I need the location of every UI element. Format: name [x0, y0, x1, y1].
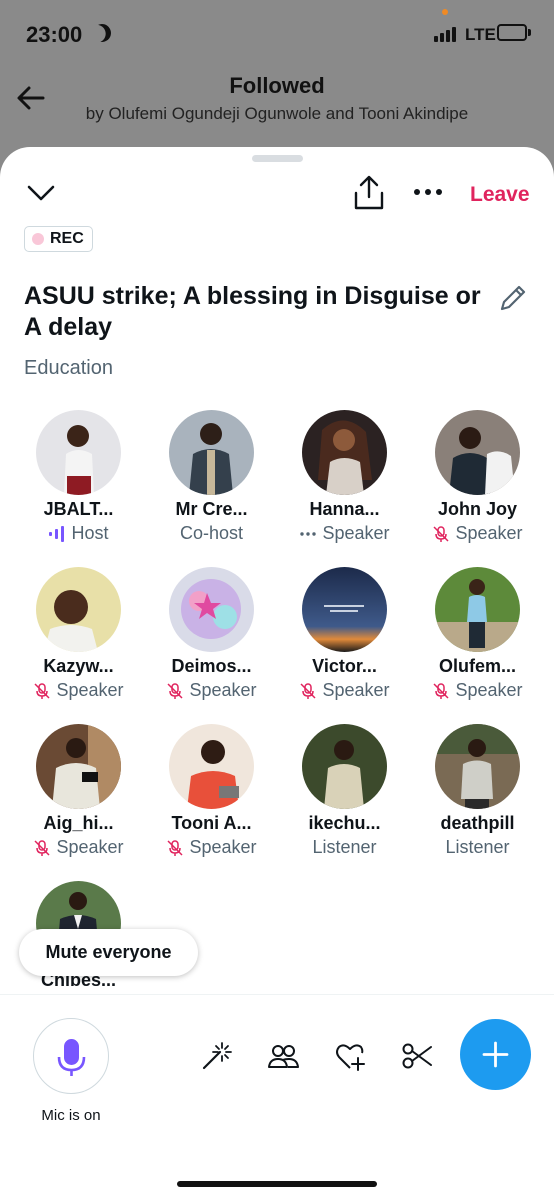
participant-name: Victor...	[312, 656, 377, 676]
participant-role: Speaker	[411, 523, 544, 544]
participant-role-label: Co-host	[179, 523, 244, 543]
participant-name: Kazyw...	[43, 656, 114, 676]
heart-plus-icon[interactable]	[334, 1040, 366, 1072]
mic-toggle-button[interactable]	[33, 1018, 109, 1094]
bottom-bar-divider	[0, 994, 554, 995]
network-type: LTE	[465, 25, 496, 44]
space-title: ASUU strike; A blessing in Disguise or A…	[24, 282, 481, 341]
mic-off-icon	[34, 682, 50, 699]
home-indicator[interactable]	[177, 1181, 377, 1187]
recording-badge: REC	[24, 226, 93, 252]
participant-name: Hanna...	[309, 499, 380, 519]
chevron-down-icon[interactable]	[26, 181, 56, 205]
mic-off-icon	[167, 682, 183, 699]
participant-role-label: Speaker	[455, 523, 523, 543]
participant-role-label: Speaker	[322, 523, 390, 543]
participant-avatar[interactable]	[169, 410, 254, 495]
participant-avatar[interactable]	[435, 724, 520, 809]
scissors-icon[interactable]	[401, 1040, 433, 1072]
share-icon[interactable]	[352, 175, 386, 211]
participant-avatar[interactable]	[435, 410, 520, 495]
cellular-signal-icon	[434, 26, 460, 42]
leave-button[interactable]: Leave	[470, 183, 530, 207]
magic-wand-icon[interactable]	[200, 1040, 232, 1072]
privacy-indicator-dot	[442, 9, 448, 15]
participant-role-label: Listener	[312, 837, 377, 857]
participant-role-label: Speaker	[455, 680, 523, 700]
participant-role-label: Speaker	[322, 680, 390, 700]
participant-name: deathpill	[440, 813, 515, 833]
participant-avatar[interactable]	[302, 410, 387, 495]
participant-role: Listener	[411, 837, 544, 858]
participant-avatar[interactable]	[169, 567, 254, 652]
status-bar: 23:00 LTE	[0, 0, 554, 70]
participant-avatar[interactable]	[302, 567, 387, 652]
participant-role-label: Speaker	[56, 837, 124, 857]
sheet-grabber[interactable]	[252, 155, 303, 162]
header-subtitle: by Olufemi Ogundeji Ogunwole and Tooni A…	[85, 104, 469, 123]
participant-name: Deimos...	[171, 656, 252, 676]
recording-label: REC	[50, 230, 84, 247]
participant-avatar[interactable]	[435, 567, 520, 652]
people-icon[interactable]	[267, 1040, 299, 1072]
participant-role-label: Speaker	[56, 680, 124, 700]
participant-role: Speaker	[145, 837, 278, 858]
mic-off-icon	[433, 682, 449, 699]
participant-name: Tooni A...	[171, 813, 252, 833]
participant-name: ikechu...	[308, 813, 381, 833]
mic-status-label: Mic is on	[41, 1107, 101, 1124]
participant-role: Speaker	[278, 523, 411, 544]
participant-role-label: Speaker	[189, 680, 257, 700]
participant-avatar[interactable]	[36, 724, 121, 809]
mic-off-icon	[34, 839, 50, 856]
participant-role: Listener	[278, 837, 411, 858]
participant-role-label: Speaker	[189, 837, 257, 857]
participant-role: Speaker	[145, 680, 278, 701]
participant-role: Co-host	[145, 523, 278, 544]
speaking-dots-icon	[300, 531, 317, 536]
more-options-icon[interactable]	[412, 182, 444, 202]
battery-tip	[528, 29, 531, 36]
participant-avatar[interactable]	[302, 724, 387, 809]
do-not-disturb-moon-icon	[90, 21, 115, 46]
participant-name: JBALT...	[43, 499, 114, 519]
header-title: Followed	[229, 73, 325, 98]
plus-icon	[482, 1041, 509, 1068]
mute-everyone-button[interactable]: Mute everyone	[19, 929, 198, 976]
space-topic: Education	[24, 357, 113, 379]
mic-off-icon	[167, 839, 183, 856]
add-fab-button[interactable]	[460, 1019, 531, 1090]
participant-name: Mr Cre...	[175, 499, 248, 519]
battery-icon	[497, 24, 527, 41]
participant-role-label: Host	[71, 523, 109, 543]
participant-role: Speaker	[12, 680, 145, 701]
participant-name: Aig_hi...	[43, 813, 114, 833]
participant-avatar[interactable]	[169, 724, 254, 809]
status-time: 23:00	[26, 22, 83, 47]
edit-pencil-icon[interactable]	[497, 282, 529, 314]
mic-off-icon	[433, 525, 449, 542]
participant-role-label: Listener	[445, 837, 510, 857]
participant-role: Speaker	[278, 680, 411, 701]
mic-off-icon	[300, 682, 316, 699]
participant-role: Host	[12, 523, 145, 544]
host-waveform-icon	[49, 525, 65, 542]
participant-name: Olufem...	[438, 656, 516, 676]
participant-role: Speaker	[12, 837, 145, 858]
participant-name: John Joy	[437, 499, 517, 519]
participant-avatar[interactable]	[36, 567, 121, 652]
participant-avatar[interactable]	[36, 410, 121, 495]
recording-dot-icon	[32, 233, 44, 245]
participant-role: Speaker	[411, 680, 544, 701]
microphone-icon	[57, 1039, 86, 1076]
